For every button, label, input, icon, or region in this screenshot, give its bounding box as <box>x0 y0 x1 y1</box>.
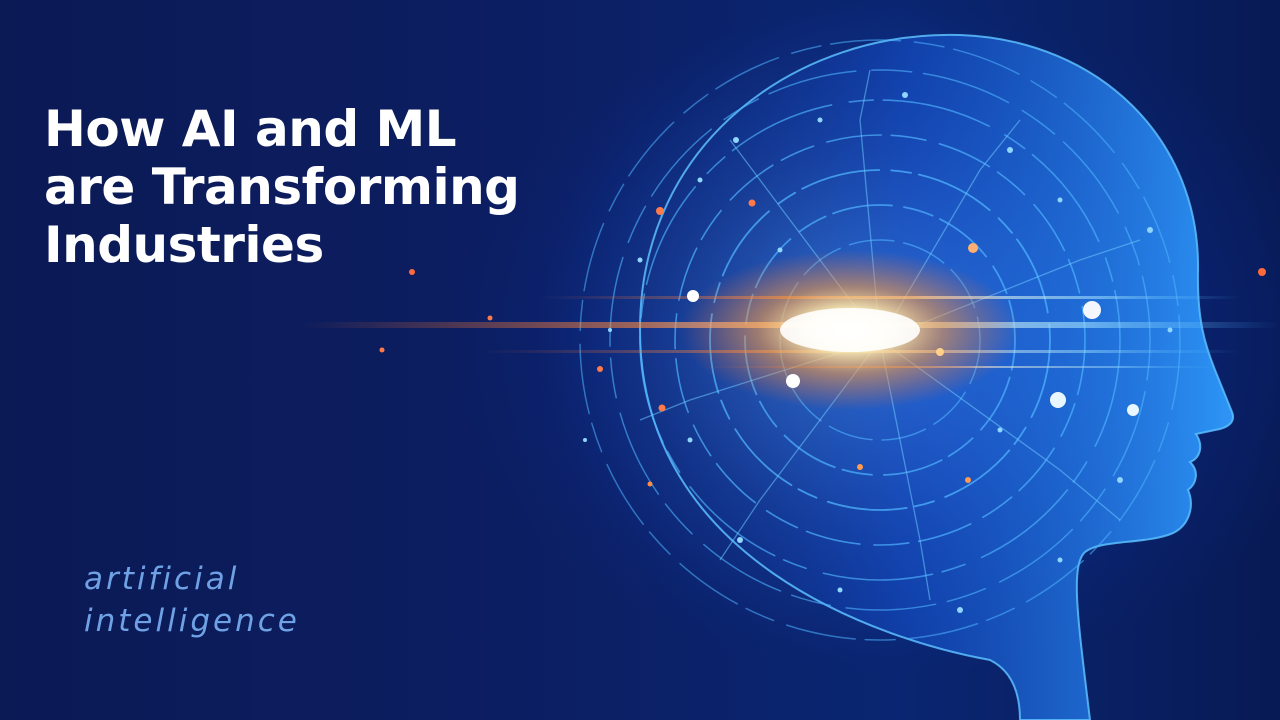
headline: How AI and ML are Transforming Industrie… <box>44 100 624 274</box>
glow-center <box>780 308 920 352</box>
tagline-line-1: artificial <box>84 561 240 597</box>
tagline-line-2: intelligence <box>84 603 300 639</box>
headline-line-2: are Transforming <box>44 158 520 216</box>
tagline: artificial intelligence <box>84 558 300 642</box>
headline-line-3: Industries <box>44 216 324 274</box>
headline-line-1: How AI and ML <box>44 100 457 158</box>
